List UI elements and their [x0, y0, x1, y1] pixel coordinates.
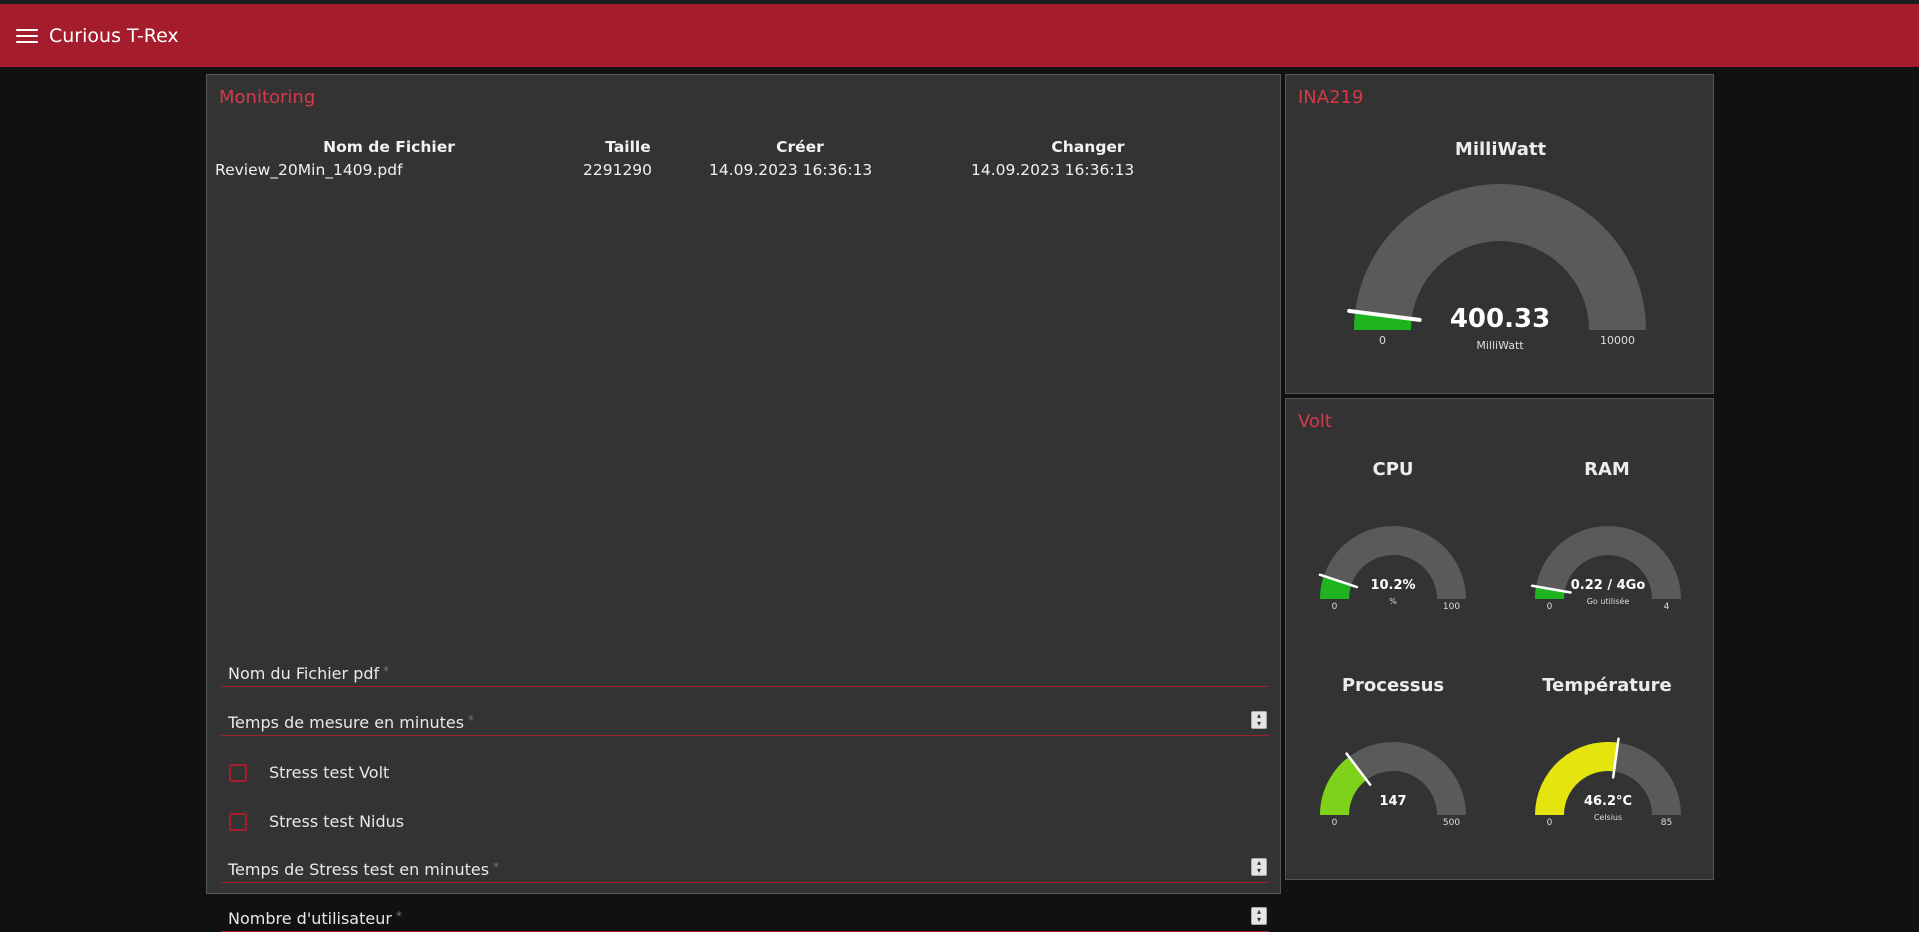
file-link[interactable]: Review_20Min_1409.pdf [215, 159, 563, 181]
stress-nidus-checkbox[interactable] [229, 812, 247, 831]
number-spinner-icon[interactable]: ▴ ▾ [1251, 858, 1267, 876]
processus-gauge-min: 0 [1332, 818, 1338, 828]
milliwatt-gauge-unit: MilliWatt [1476, 339, 1524, 352]
table-row: Review_20Min_1409.pdf 2291290 14.09.2023… [215, 159, 1269, 181]
column-header-size: Taille [605, 138, 651, 156]
file-size: 2291290 [583, 161, 653, 179]
required-mark: * [383, 664, 390, 678]
monitoring-card: Monitoring Nom de Fichier Taille Créer C… [206, 74, 1281, 932]
ina219-card: INA219 MilliWatt 400.33 MilliWatt 0 10000 [1285, 74, 1714, 394]
hamburger-menu-icon[interactable] [16, 27, 38, 45]
processus-gauge-max: 500 [1443, 818, 1460, 828]
cpu-gauge-value: 10.2% [1370, 578, 1415, 593]
required-mark: * [468, 713, 475, 727]
measure-time-label: Temps de mesure en minutes [228, 713, 465, 732]
stress-volt-label: Stress test Volt [269, 763, 390, 782]
app-title: Curious T-Rex [49, 24, 179, 47]
number-spinner-icon[interactable]: ▴ ▾ [1251, 711, 1267, 729]
milliwatt-gauge-value: 400.33 [1450, 304, 1550, 334]
app-bar: Curious T-Rex [0, 4, 1919, 67]
pdf-name-label: Nom du Fichier pdf [228, 664, 380, 683]
ram-gauge-unit: Go utilisée [1587, 596, 1630, 606]
milliwatt-gauge-max: 10000 [1600, 334, 1635, 347]
monitoring-title: Monitoring [219, 87, 316, 108]
temperature-gauge-max: 85 [1661, 818, 1672, 828]
volt-card: Volt CPU RAM Processus Température 10.2%… [1285, 398, 1714, 880]
temperature-gauge-unit: Celsius [1594, 813, 1622, 822]
table-header-row: Nom de Fichier Taille Créer Changer [215, 135, 1269, 159]
required-mark: * [493, 860, 500, 874]
stress-volt-option: Stress test Volt [229, 763, 389, 782]
files-table: Nom de Fichier Taille Créer Changer Revi… [215, 135, 1269, 181]
stress-volt-checkbox[interactable] [229, 763, 247, 782]
column-header-created: Créer [776, 138, 824, 156]
cpu-gauge-min: 0 [1332, 602, 1338, 612]
stress-nidus-label: Stress test Nidus [269, 812, 405, 831]
cpu-gauge-unit: % [1389, 597, 1397, 606]
volt-gauges: 10.2%% 0 100 0.22 / 4Go Go utilisée 0 4 147 0 500… [1318, 526, 1681, 828]
file-changed: 14.09.2023 16:36:13 [971, 161, 1135, 179]
number-spinner-icon[interactable]: ▴ ▾ [1251, 907, 1267, 925]
file-created: 14.09.2023 16:36:13 [709, 161, 873, 179]
milliwatt-gauge-min: 0 [1379, 334, 1386, 347]
ram-gauge-max: 4 [1664, 602, 1670, 612]
column-header-changed: Changer [1051, 138, 1125, 156]
stress-time-label: Temps de Stress test en minutes [228, 860, 490, 879]
required-mark: * [395, 909, 402, 923]
user-count-label: Nombre d'utilisateur [228, 909, 392, 928]
processus-gauge-value: 147 [1379, 794, 1406, 809]
user-count-field[interactable]: Nombre d'utilisateur * ▴ ▾ [221, 894, 1269, 932]
cpu-gauge-max: 100 [1443, 602, 1460, 612]
ram-gauge-min: 0 [1547, 602, 1553, 612]
milliwatt-gauge: 400.33 MilliWatt 0 10000 [1347, 184, 1646, 352]
pdf-name-field[interactable]: Nom du Fichier pdf * [221, 649, 1269, 687]
temperature-gauge-min: 0 [1547, 818, 1553, 828]
measure-time-field[interactable]: Temps de mesure en minutes * ▴ ▾ [221, 698, 1269, 736]
stress-nidus-option: Stress test Nidus [229, 812, 404, 831]
ram-gauge-value: 0.22 / 4Go [1571, 578, 1646, 593]
column-header-name: Nom de Fichier [323, 138, 455, 156]
temperature-gauge-value: 46.2°C [1584, 794, 1632, 809]
stress-time-field[interactable]: Temps de Stress test en minutes * ▴ ▾ [221, 845, 1269, 883]
